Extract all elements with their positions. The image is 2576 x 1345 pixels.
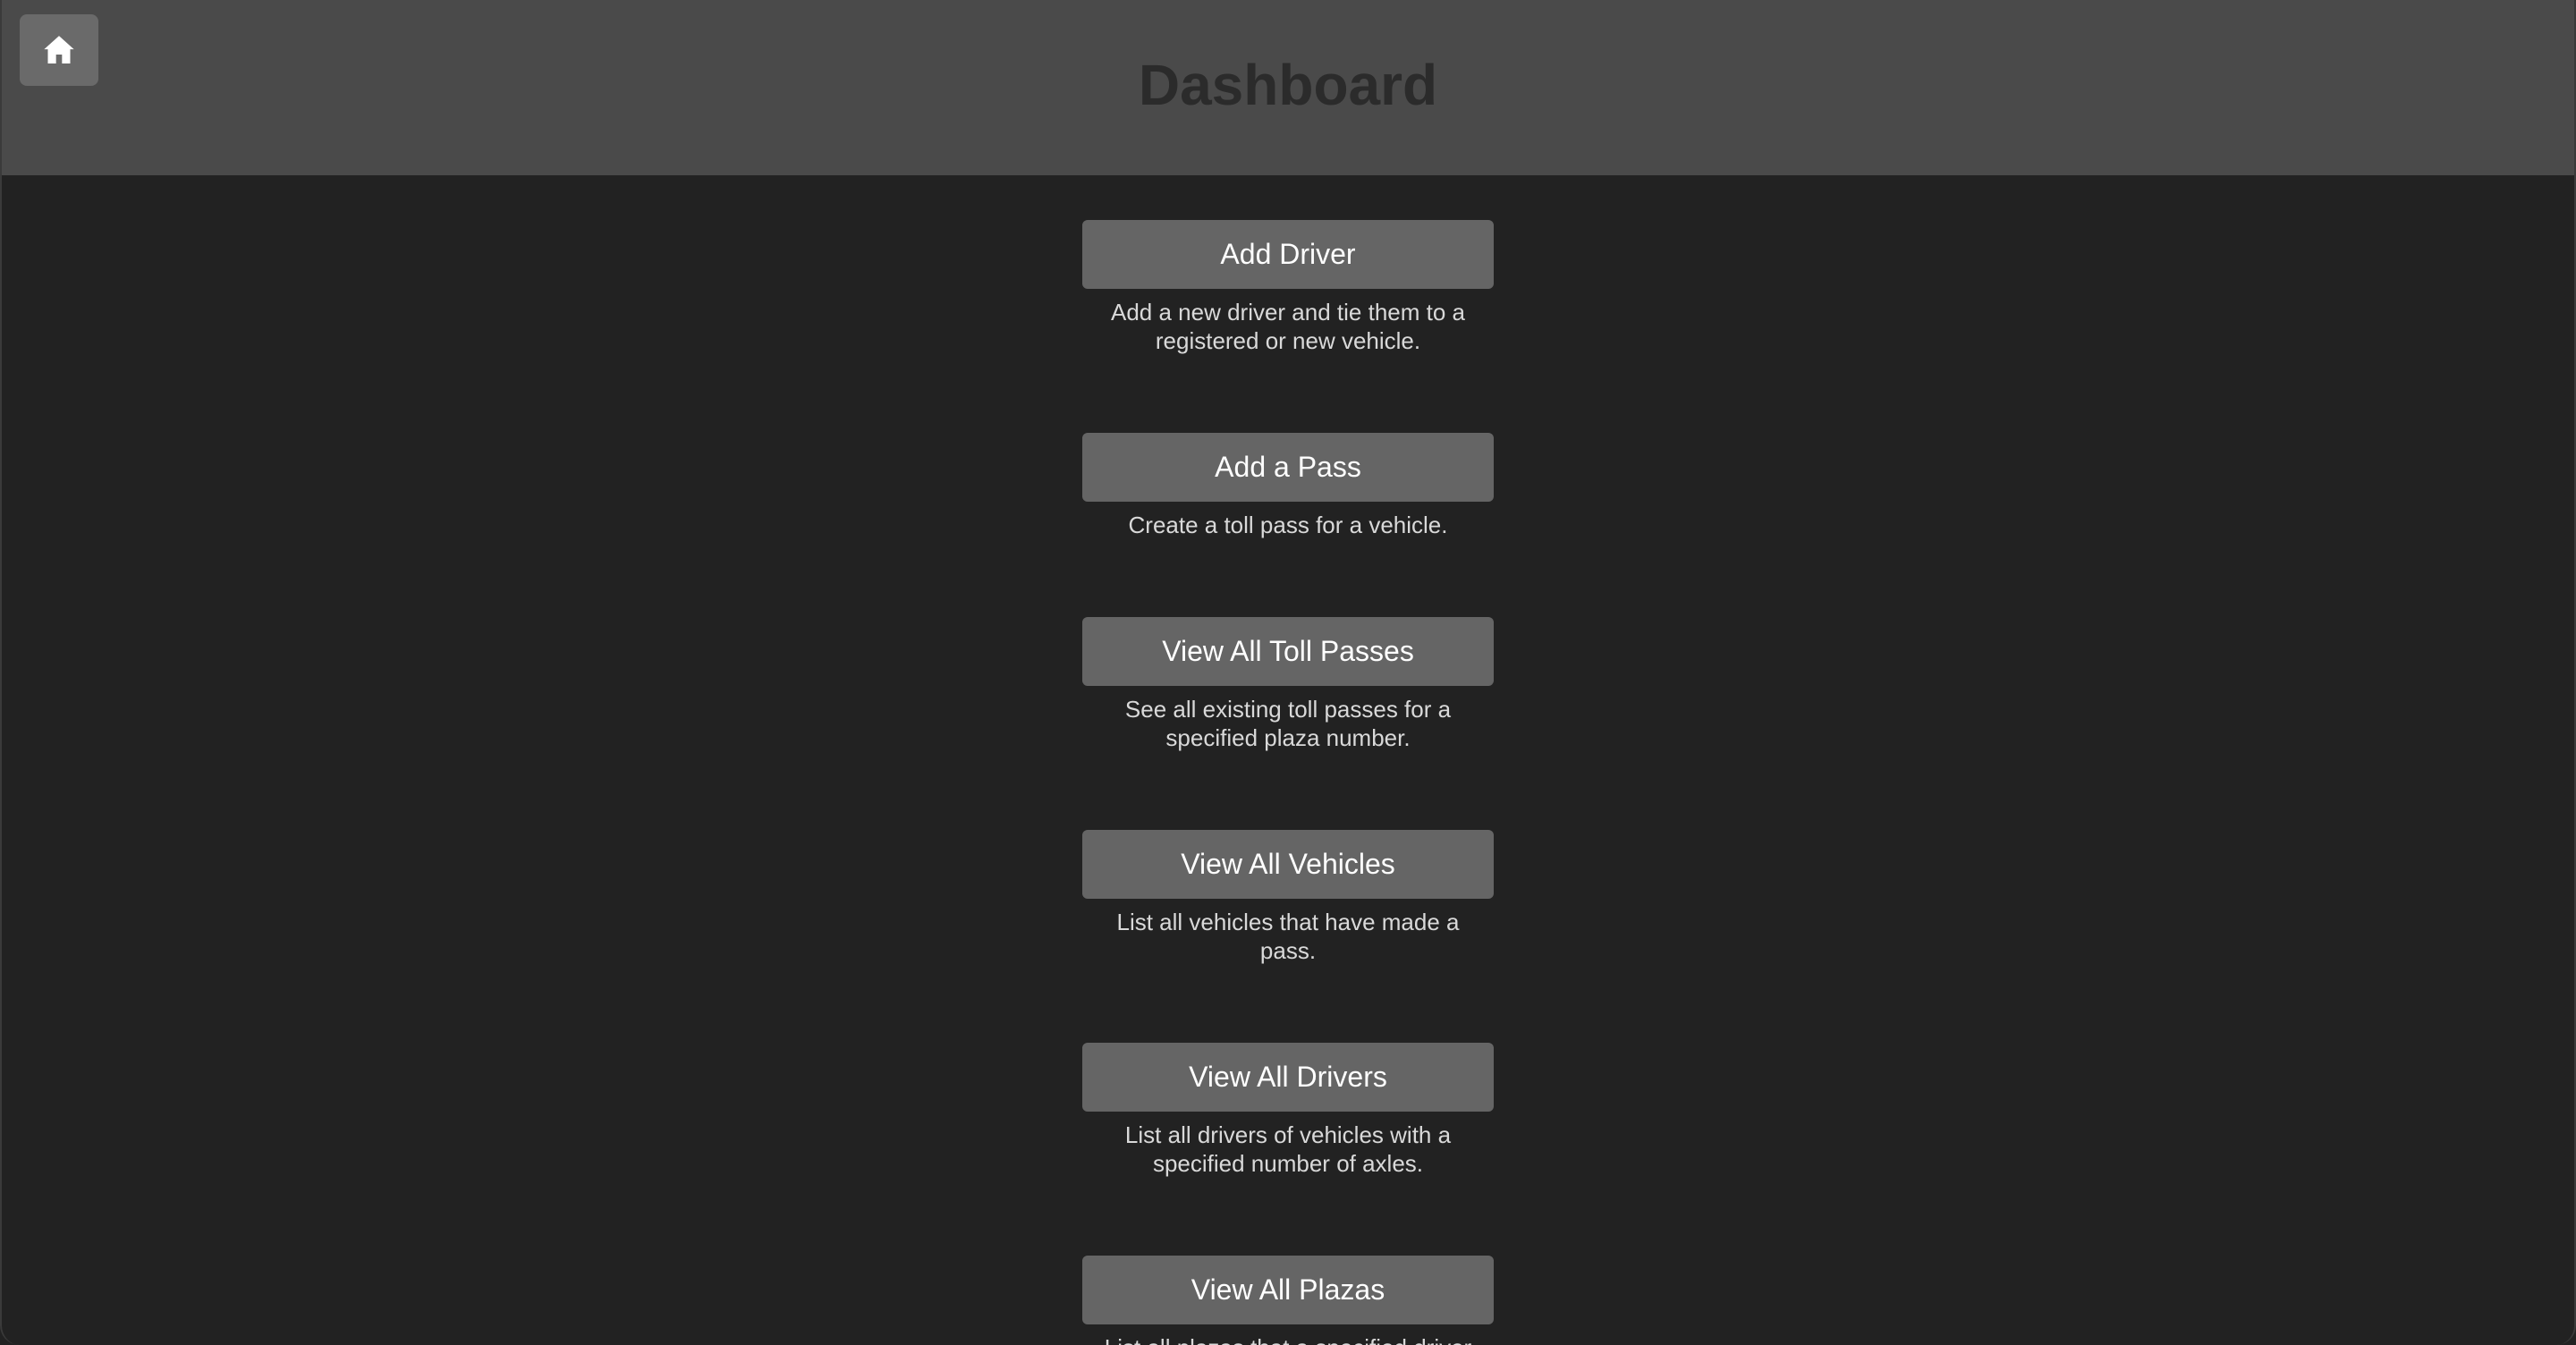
- add-driver-description: Add a new driver and tie them to a regis…: [1110, 299, 1465, 354]
- view-vehicles-description: List all vehicles that have made a pass.: [1116, 909, 1460, 964]
- action-add-pass: Add a Pass Create a toll pass for a vehi…: [1082, 433, 1494, 617]
- actions-list: Add Driver Add a new driver and tie them…: [2, 220, 2574, 1345]
- view-drivers-description: List all drivers of vehicles with a spec…: [1124, 1121, 1452, 1177]
- app-window: Dashboard Add Driver Add a new driver an…: [0, 0, 2576, 1345]
- action-view-toll-passes: View All Toll Passes See all existing to…: [1082, 617, 1494, 830]
- action-view-plazas: View All Plazas List all plazas that a s…: [1082, 1256, 1494, 1345]
- view-plazas-button[interactable]: View All Plazas: [1082, 1256, 1494, 1324]
- action-add-driver: Add Driver Add a new driver and tie them…: [1082, 220, 1494, 433]
- action-view-vehicles: View All Vehicles List all vehicles that…: [1082, 830, 1494, 1043]
- page-title: Dashboard: [1138, 53, 1438, 117]
- add-pass-description: Create a toll pass for a vehicle.: [1128, 512, 1448, 538]
- view-toll-passes-button[interactable]: View All Toll Passes: [1082, 617, 1494, 686]
- view-drivers-button[interactable]: View All Drivers: [1082, 1043, 1494, 1112]
- add-driver-button[interactable]: Add Driver: [1082, 220, 1494, 289]
- view-vehicles-button[interactable]: View All Vehicles: [1082, 830, 1494, 899]
- action-view-drivers: View All Drivers List all drivers of veh…: [1082, 1043, 1494, 1256]
- view-plazas-description: List all plazas that a specified driver: [1091, 1333, 1485, 1345]
- add-pass-button[interactable]: Add a Pass: [1082, 433, 1494, 502]
- view-toll-passes-description: See all existing toll passes for a speci…: [1124, 696, 1452, 751]
- header-bar: Dashboard: [2, 0, 2574, 175]
